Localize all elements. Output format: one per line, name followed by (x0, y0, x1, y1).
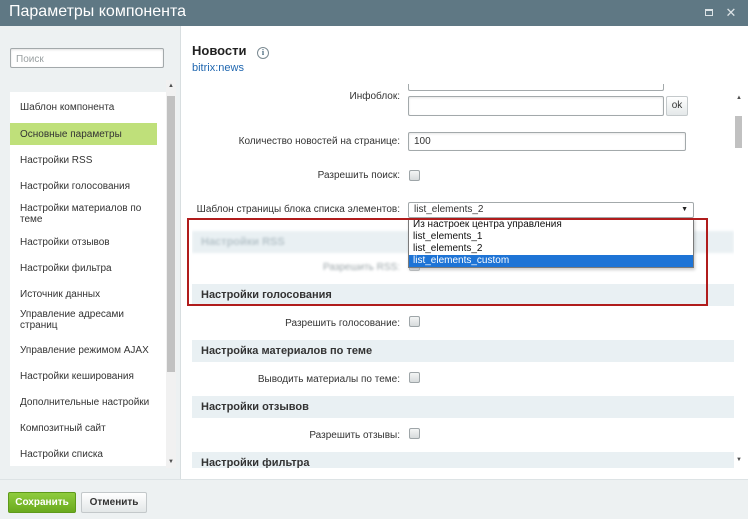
ok-button[interactable]: ok (666, 96, 688, 116)
voting-label: Разрешить голосование: (285, 318, 400, 329)
sidebar-item[interactable]: Композитный сайт (10, 419, 157, 437)
allow-search-checkbox[interactable] (409, 170, 420, 181)
related-label: Выводить материалы по теме: (257, 374, 400, 385)
reviews-checkbox[interactable] (409, 428, 420, 439)
component-title: Новости (192, 43, 247, 58)
info-icon[interactable]: i (257, 47, 269, 59)
sidebar-item[interactable]: Управление режимом AJAX (10, 341, 157, 359)
maximize-icon[interactable] (702, 6, 716, 20)
sidebar: Шаблон компонента Основные параметры Настр… (0, 26, 181, 479)
related-checkbox[interactable] (409, 372, 420, 383)
section-related: Настройка материалов по теме (192, 340, 734, 362)
save-button[interactable]: Сохранить (8, 492, 76, 513)
search-box (10, 48, 164, 69)
list-template-value: list_elements_2 (414, 204, 484, 215)
sidebar-item[interactable]: Шаблон компонента (10, 98, 157, 116)
highlight-frame (187, 218, 708, 306)
sidebar-item[interactable]: Настройки кеширования (10, 367, 157, 385)
close-icon[interactable]: ✕ (724, 6, 738, 20)
allow-search-label: Разрешить поиск: (317, 170, 400, 181)
component-settings-dialog: Параметры компонента ✕ Шаблон компонента… (0, 0, 748, 519)
scroll-down-icon[interactable]: ▼ (734, 456, 744, 464)
sidebar-item[interactable]: Настройки голосования (10, 177, 157, 195)
sidebar-item[interactable]: Настройки отзывов (10, 233, 157, 251)
sidebar-nav: Шаблон компонента Основные параметры Настр… (10, 92, 166, 466)
sidebar-item[interactable]: Управление адресами страниц (10, 306, 157, 334)
cancel-button[interactable]: Отменить (81, 492, 147, 513)
scroll-up-icon[interactable]: ▲ (167, 82, 175, 90)
news-count-label: Количество новостей на странице: (238, 136, 400, 147)
main-scrollbar[interactable]: ▲ ▼ (733, 86, 745, 470)
list-template-select[interactable]: list_elements_2 ▼ (408, 202, 694, 218)
dialog-title: Параметры компонента (9, 3, 186, 20)
news-count-input[interactable]: 100 (408, 132, 686, 151)
scroll-up-icon[interactable]: ▲ (734, 94, 744, 102)
sidebar-item[interactable]: Настройки фильтра (10, 259, 157, 277)
sidebar-item[interactable]: Источник данных (10, 285, 157, 303)
sidebar-item[interactable]: Основные параметры (10, 123, 157, 145)
sidebar-item[interactable]: Настройки списка (10, 445, 157, 463)
footer: Сохранить Отменить (0, 479, 748, 519)
scrollbar-thumb[interactable] (735, 116, 742, 148)
voting-checkbox[interactable] (409, 316, 420, 327)
infoblock-label: Инфоблок: (349, 91, 400, 102)
sidebar-item[interactable]: Настройки материалов по теме (10, 200, 157, 228)
component-code: bitrix:news (192, 62, 244, 74)
title-bar: Параметры компонента ✕ (0, 0, 748, 26)
sidebar-item[interactable]: Дополнительные настройки (10, 393, 157, 411)
section-filter: Настройки фильтра (192, 452, 734, 468)
infoblock-type-select[interactable] (408, 84, 664, 91)
infoblock-input[interactable] (408, 96, 664, 116)
section-reviews: Настройки отзывов (192, 396, 734, 418)
sidebar-scrollbar[interactable]: ▲ ▼ (166, 80, 176, 468)
search-input[interactable] (11, 50, 163, 69)
scroll-down-icon[interactable]: ▼ (167, 458, 175, 466)
scrollbar-thumb[interactable] (167, 96, 175, 372)
chevron-down-icon: ▼ (681, 206, 688, 213)
main-panel: Новости i bitrix:news Инфоблок: ok Колич… (181, 26, 748, 479)
sidebar-item[interactable]: Настройки RSS (10, 151, 157, 169)
list-template-label: Шаблон страницы блока списка элементов: (196, 204, 400, 215)
reviews-label: Разрешить отзывы: (309, 430, 400, 441)
